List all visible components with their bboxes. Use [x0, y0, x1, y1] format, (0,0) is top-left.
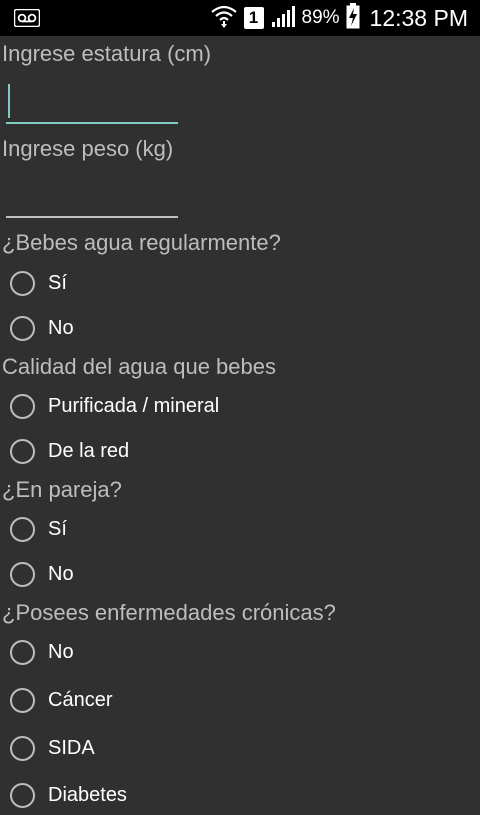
- radio-circle-icon[interactable]: [10, 735, 35, 761]
- status-bar: 1 89% 12:38 PM: [0, 0, 480, 36]
- input-underline: [6, 216, 178, 218]
- radio-label: De la red: [48, 439, 130, 462]
- clock: 12:38 PM: [369, 4, 468, 31]
- radio-circle-icon[interactable]: [10, 639, 35, 665]
- wifi-icon: [210, 3, 238, 34]
- radio-partner-no[interactable]: No: [8, 554, 74, 594]
- radio-label: No: [48, 316, 74, 339]
- voicemail-icon: [13, 8, 41, 32]
- radio-circle-icon[interactable]: [10, 516, 35, 542]
- radio-water-yes[interactable]: Sí: [8, 263, 67, 303]
- radio-water-no[interactable]: No: [8, 308, 74, 348]
- radio-label: No: [48, 562, 74, 585]
- weight-input[interactable]: [6, 170, 178, 218]
- question-water: ¿Bebes agua regularmente?: [2, 230, 281, 255]
- radio-partner-yes[interactable]: Sí: [8, 509, 67, 549]
- radio-label: No: [48, 640, 74, 663]
- radio-circle-icon[interactable]: [10, 561, 35, 587]
- radio-circle-icon[interactable]: [10, 270, 35, 296]
- radio-label: Purificada / mineral: [48, 394, 220, 417]
- sim-1-icon: 1: [243, 7, 264, 29]
- radio-label: Cáncer: [48, 688, 113, 711]
- radio-circle-icon[interactable]: [10, 393, 35, 419]
- text-cursor: [8, 84, 10, 118]
- signal-icon: [270, 4, 296, 33]
- radio-label: SIDA: [48, 736, 95, 759]
- battery-charging-icon: [346, 2, 360, 34]
- question-chronic: ¿Posees enfermedades crónicas?: [2, 600, 336, 625]
- radio-chronic-aids[interactable]: SIDA: [8, 728, 95, 768]
- radio-circle-icon[interactable]: [10, 315, 35, 341]
- battery-percent: 89%: [301, 7, 340, 28]
- height-input[interactable]: [6, 76, 178, 124]
- radio-circle-icon[interactable]: [10, 438, 35, 464]
- radio-circle-icon[interactable]: [10, 782, 35, 808]
- height-label: Ingrese estatura (cm): [2, 41, 212, 66]
- radio-circle-icon[interactable]: [10, 687, 35, 713]
- radio-label: Diabetes: [48, 783, 127, 806]
- radio-chronic-cancer[interactable]: Cáncer: [8, 680, 112, 720]
- radio-chronic-diabetes[interactable]: Diabetes: [8, 775, 127, 815]
- radio-label: Sí: [48, 271, 67, 294]
- radio-water-tap[interactable]: De la red: [8, 431, 129, 471]
- weight-label: Ingrese peso (kg): [2, 136, 174, 161]
- radio-label: Sí: [48, 517, 67, 540]
- question-water-quality: Calidad del agua que bebes: [2, 354, 277, 379]
- radio-chronic-no[interactable]: No: [8, 632, 74, 672]
- question-partner: ¿En pareja?: [2, 477, 122, 502]
- radio-water-purified[interactable]: Purificada / mineral: [8, 386, 219, 426]
- input-underline: [6, 122, 178, 124]
